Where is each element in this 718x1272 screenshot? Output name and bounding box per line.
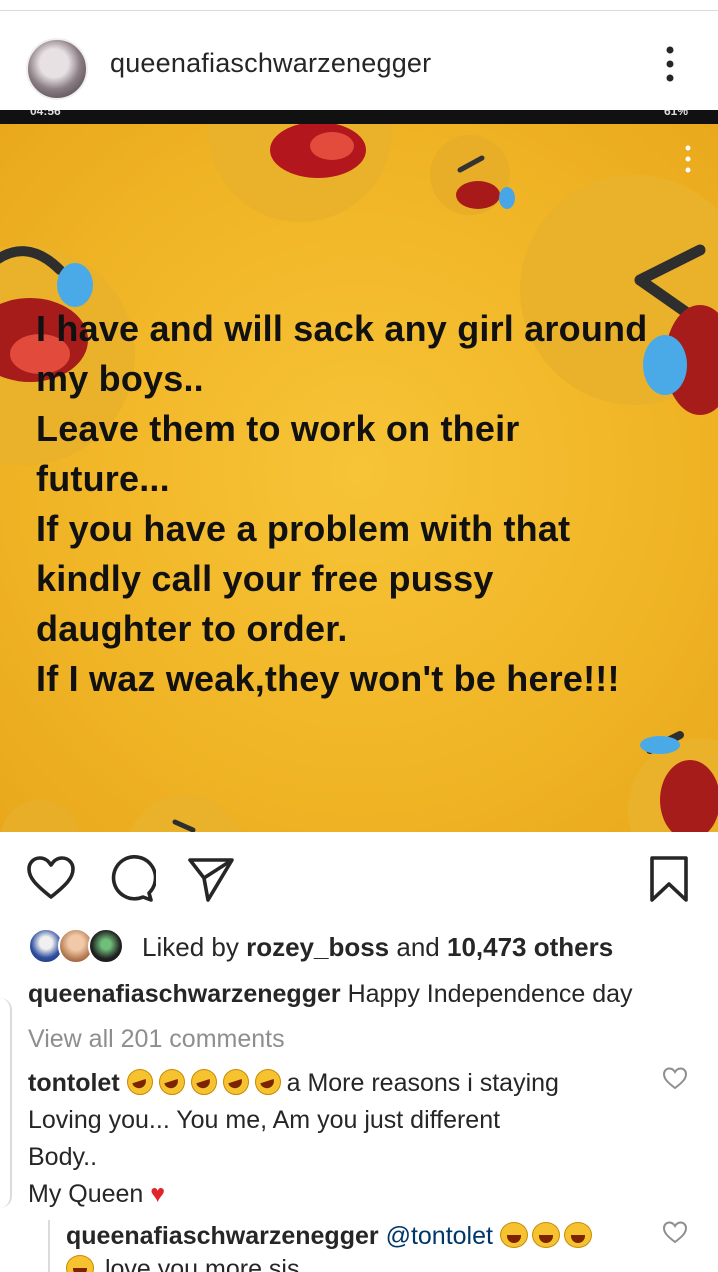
quote-line: I have and will sack any girl around: [36, 308, 648, 349]
view-all-comments-link[interactable]: View all 201 comments: [28, 1025, 285, 1054]
reply-text: love you more sis: [66, 1255, 299, 1272]
quote-line: kindly call your free pussy: [36, 558, 494, 599]
rofl-emoji-icon: [126, 1069, 153, 1095]
comment-text: a More reasons i staying: [286, 1069, 559, 1097]
heart-outline-icon[interactable]: [26, 854, 76, 904]
comment-bubble-icon[interactable]: [106, 854, 158, 904]
left-edge-indicator: [0, 998, 12, 1208]
rofl-emoji-icon: [158, 1069, 185, 1095]
heart-outline-icon[interactable]: [662, 1066, 688, 1092]
likes-row[interactable]: Liked by rozey_boss and 10,473 others: [28, 926, 708, 966]
post-image[interactable]: 04:56 61% I have and will sack any girl …: [0, 110, 718, 832]
avatar[interactable]: [26, 38, 88, 100]
joy-emoji-icon: [66, 1255, 94, 1272]
status-battery: 61%: [663, 110, 688, 118]
status-bar: 04:56 61%: [0, 110, 718, 124]
liker-username[interactable]: rozey_boss: [246, 932, 389, 962]
reply-mention[interactable]: @tontolet: [386, 1222, 493, 1250]
action-bar: [0, 846, 718, 908]
more-vertical-icon[interactable]: [660, 44, 680, 84]
rofl-emoji-icon: [190, 1069, 217, 1095]
joy-emoji-icon: [499, 1222, 528, 1248]
reply-thread-line: [48, 1220, 50, 1272]
caption-text: Happy Independence day: [340, 980, 633, 1008]
comment-text: My Queen: [28, 1180, 144, 1208]
likes-prefix: Liked by: [142, 932, 247, 962]
status-time: 04:56: [30, 110, 61, 118]
quote-line: If you have a problem with that: [36, 508, 571, 549]
caption: queenafiaschwarzenegger Happy Independen…: [28, 980, 633, 1009]
quote-line: my boys..: [36, 358, 204, 399]
comment-text: Body..: [28, 1143, 98, 1171]
bookmark-icon[interactable]: [644, 854, 694, 904]
comment-text: Loving you... You me, Am you just differ…: [28, 1106, 501, 1134]
top-divider: [0, 10, 718, 11]
reply-text-line: love you more sis: [104, 1255, 300, 1272]
send-paper-plane-icon[interactable]: [186, 854, 236, 904]
rofl-emoji-icon: [254, 1069, 281, 1095]
quote-line: Leave them to work on their: [36, 408, 520, 449]
comment-username[interactable]: tontolet: [28, 1069, 120, 1097]
joy-emoji-icon: [531, 1222, 560, 1248]
reply-username[interactable]: queenafiaschwarzenegger: [66, 1222, 379, 1250]
rofl-emoji-icon: [222, 1069, 249, 1095]
post-header: queenafiaschwarzenegger: [0, 24, 718, 100]
heart-outline-icon[interactable]: [662, 1220, 688, 1246]
red-heart-icon: ♥: [150, 1180, 166, 1208]
quote-text: I have and will sack any girl around my …: [36, 304, 696, 704]
caption-username[interactable]: queenafiaschwarzenegger: [28, 980, 341, 1008]
quote-line: daughter to order.: [36, 608, 348, 649]
joy-emoji-icon: [563, 1222, 592, 1248]
reply-comment: queenafiaschwarzenegger @tontolet: [66, 1218, 646, 1255]
quote-line: future...: [36, 458, 170, 499]
quote-line: If I waz weak,they won't be here!!!: [36, 658, 620, 699]
comment: tontolet a More reasons i staying Loving…: [28, 1065, 658, 1213]
likes-count[interactable]: 10,473 others: [447, 932, 613, 962]
likes-middle: and: [389, 932, 447, 962]
image-more-icon: [685, 145, 691, 173]
avatar: [88, 928, 124, 964]
post-username[interactable]: queenafiaschwarzenegger: [110, 48, 431, 79]
likes-text: Liked by rozey_boss and 10,473 others: [142, 932, 613, 963]
